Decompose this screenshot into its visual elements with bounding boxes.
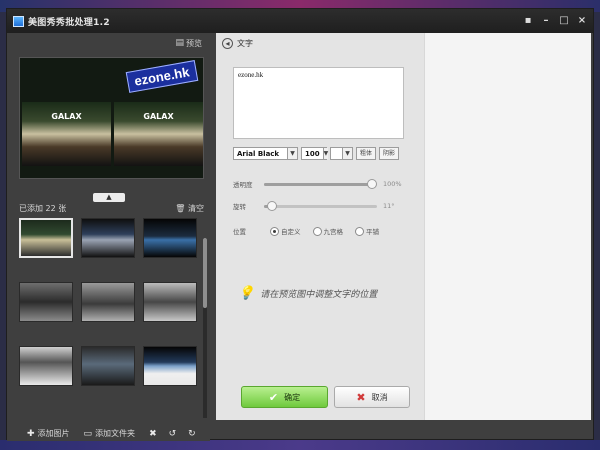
position-row: 位置 自定义 九宫格 平铺 [233, 226, 391, 236]
position-option-tile[interactable]: 平铺 [355, 226, 379, 236]
window-controls: ▪ – □ × [523, 16, 587, 26]
panel-title: 文字 [237, 38, 253, 48]
close-icon: ✖ [356, 390, 366, 404]
desktop-taskbar [0, 440, 600, 450]
thumbnail-4[interactable] [19, 282, 73, 322]
radio-tile[interactable] [355, 226, 364, 236]
panel-header: ◂ 文字 [216, 33, 424, 53]
collapse-button[interactable]: ▲ [93, 193, 125, 202]
position-option-label: 自定义 [281, 228, 301, 236]
hint-text: 请在预览图中调整文字的位置 [260, 290, 378, 300]
rotate-label: 旋转 [233, 203, 246, 211]
thumbnail-9[interactable] [143, 346, 197, 386]
thumbnail-1[interactable] [19, 218, 73, 258]
shadow-button[interactable]: 阴影 [379, 147, 400, 160]
rotate-row: 旋转 11° [233, 200, 411, 211]
text-settings-panel: ◂ 文字 ezone.hk Arial Black ▼ 100 ▼ ▼ 粗体 阴… [216, 33, 424, 420]
delete-icon[interactable]: ✖ [149, 429, 157, 439]
opacity-value: 100% [383, 180, 402, 188]
opacity-label: 透明度 [233, 181, 253, 189]
restore-icon[interactable]: ▪ [523, 16, 533, 26]
rotate-right-icon[interactable]: ↻ [188, 429, 196, 439]
add-image-button[interactable]: ✚ 添加图片 [27, 428, 70, 439]
chevron-down-icon: ▼ [322, 148, 329, 159]
check-icon: ✔ [268, 390, 279, 404]
app-window: 美图秀秀批处理1.2 ▪ – □ × ▤ 预览 GALAX GALAX ezon… [6, 8, 594, 441]
opacity-fill [264, 182, 372, 186]
add-folder-button[interactable]: ▭ 添加文件夹 [84, 428, 136, 439]
title-bar[interactable]: 美图秀秀批处理1.2 ▪ – □ × [7, 9, 593, 33]
preview-label: 预览 [186, 38, 202, 48]
preview-icon: ▤ [175, 38, 184, 48]
chevron-down-icon: ▼ [287, 148, 297, 159]
thumbnail-8[interactable] [81, 346, 135, 386]
preview-photo-right: GALAX [114, 102, 203, 166]
lightbulb-icon: 💡 [238, 286, 255, 301]
thumbnail-7[interactable] [19, 346, 73, 386]
font-size-value: 100 [305, 149, 320, 158]
color-select[interactable]: ▼ [330, 147, 353, 160]
thumbnail-3[interactable] [143, 218, 197, 258]
app-icon [13, 15, 24, 27]
scrollbar-thumb[interactable] [203, 238, 207, 308]
position-option-label: 平铺 [366, 228, 379, 236]
hint-message: 💡 请在预览图中调整文字的位置 [238, 286, 377, 301]
rotate-left-icon[interactable]: ↺ [169, 429, 177, 439]
font-family-value: Arial Black [237, 149, 280, 158]
font-settings-row: Arial Black ▼ 100 ▼ ▼ 粗体 阴影 [233, 147, 400, 160]
thumbnail-2[interactable] [81, 218, 135, 258]
plus-icon: ✚ [27, 428, 35, 439]
trash-icon: 🗑 [175, 204, 186, 213]
position-option-grid[interactable]: 九宫格 [312, 226, 344, 236]
thumbnail-scrollbar[interactable] [203, 238, 207, 418]
font-family-select[interactable]: Arial Black ▼ [233, 147, 298, 160]
thumbnail-5[interactable] [81, 282, 135, 322]
maximize-icon[interactable]: □ [559, 16, 569, 26]
back-icon[interactable]: ◂ [222, 37, 233, 49]
window-title: 美图秀秀批处理1.2 [28, 17, 110, 28]
minimize-icon[interactable]: – [541, 16, 551, 26]
image-list-panel: ▤ 预览 GALAX GALAX ezone.hk ▲ 已添加 22 张 🗑 清… [7, 33, 210, 441]
text-watermark[interactable]: ezone.hk [126, 60, 199, 93]
cancel-button[interactable]: ✖ 取消 [334, 386, 410, 408]
position-label: 位置 [233, 228, 246, 236]
opacity-slider[interactable] [264, 178, 377, 189]
preview-toggle[interactable]: ▤ 预览 [7, 33, 210, 53]
clear-label: 清空 [188, 204, 204, 213]
thumbnail-grid [19, 218, 205, 398]
rotate-knob[interactable] [267, 200, 278, 211]
close-icon[interactable]: × [577, 16, 587, 26]
watermark-text-input[interactable]: ezone.hk [233, 67, 404, 139]
list-header: 已添加 22 张 🗑 清空 [19, 203, 204, 214]
chevron-down-icon: ▼ [342, 148, 352, 159]
preview-image[interactable]: GALAX GALAX ezone.hk [19, 57, 204, 179]
confirm-button[interactable]: ✔ 确定 [241, 386, 328, 408]
empty-side-panel [424, 33, 591, 420]
position-option-label: 九宫格 [323, 228, 344, 236]
position-option-custom[interactable]: 自定义 [270, 226, 301, 236]
font-size-select[interactable]: 100 ▼ [301, 147, 329, 160]
cancel-label: 取消 [371, 392, 388, 402]
bold-button[interactable]: 粗体 [356, 147, 377, 160]
opacity-knob[interactable] [367, 178, 377, 189]
radio-custom[interactable] [270, 226, 279, 236]
add-folder-label: 添加文件夹 [95, 429, 136, 438]
folder-icon: ▭ [83, 428, 93, 439]
add-image-label: 添加图片 [37, 429, 70, 438]
rotate-value: 11° [383, 202, 395, 210]
galax-logo-right: GALAX [143, 112, 174, 121]
radio-grid[interactable] [312, 226, 322, 236]
added-count: 已添加 22 张 [19, 204, 67, 213]
thumbnail-6[interactable] [143, 282, 197, 322]
opacity-row: 透明度 100% [233, 178, 411, 189]
preview-photo-left: GALAX [22, 102, 111, 166]
list-toolbar: ✚ 添加图片 ▭ 添加文件夹 ✖ ↺ ↻ [7, 426, 210, 441]
clear-button[interactable]: 🗑 清空 [175, 203, 204, 214]
rotate-slider[interactable] [264, 200, 377, 211]
confirm-label: 确定 [284, 392, 301, 402]
galax-logo-left: GALAX [51, 112, 82, 121]
